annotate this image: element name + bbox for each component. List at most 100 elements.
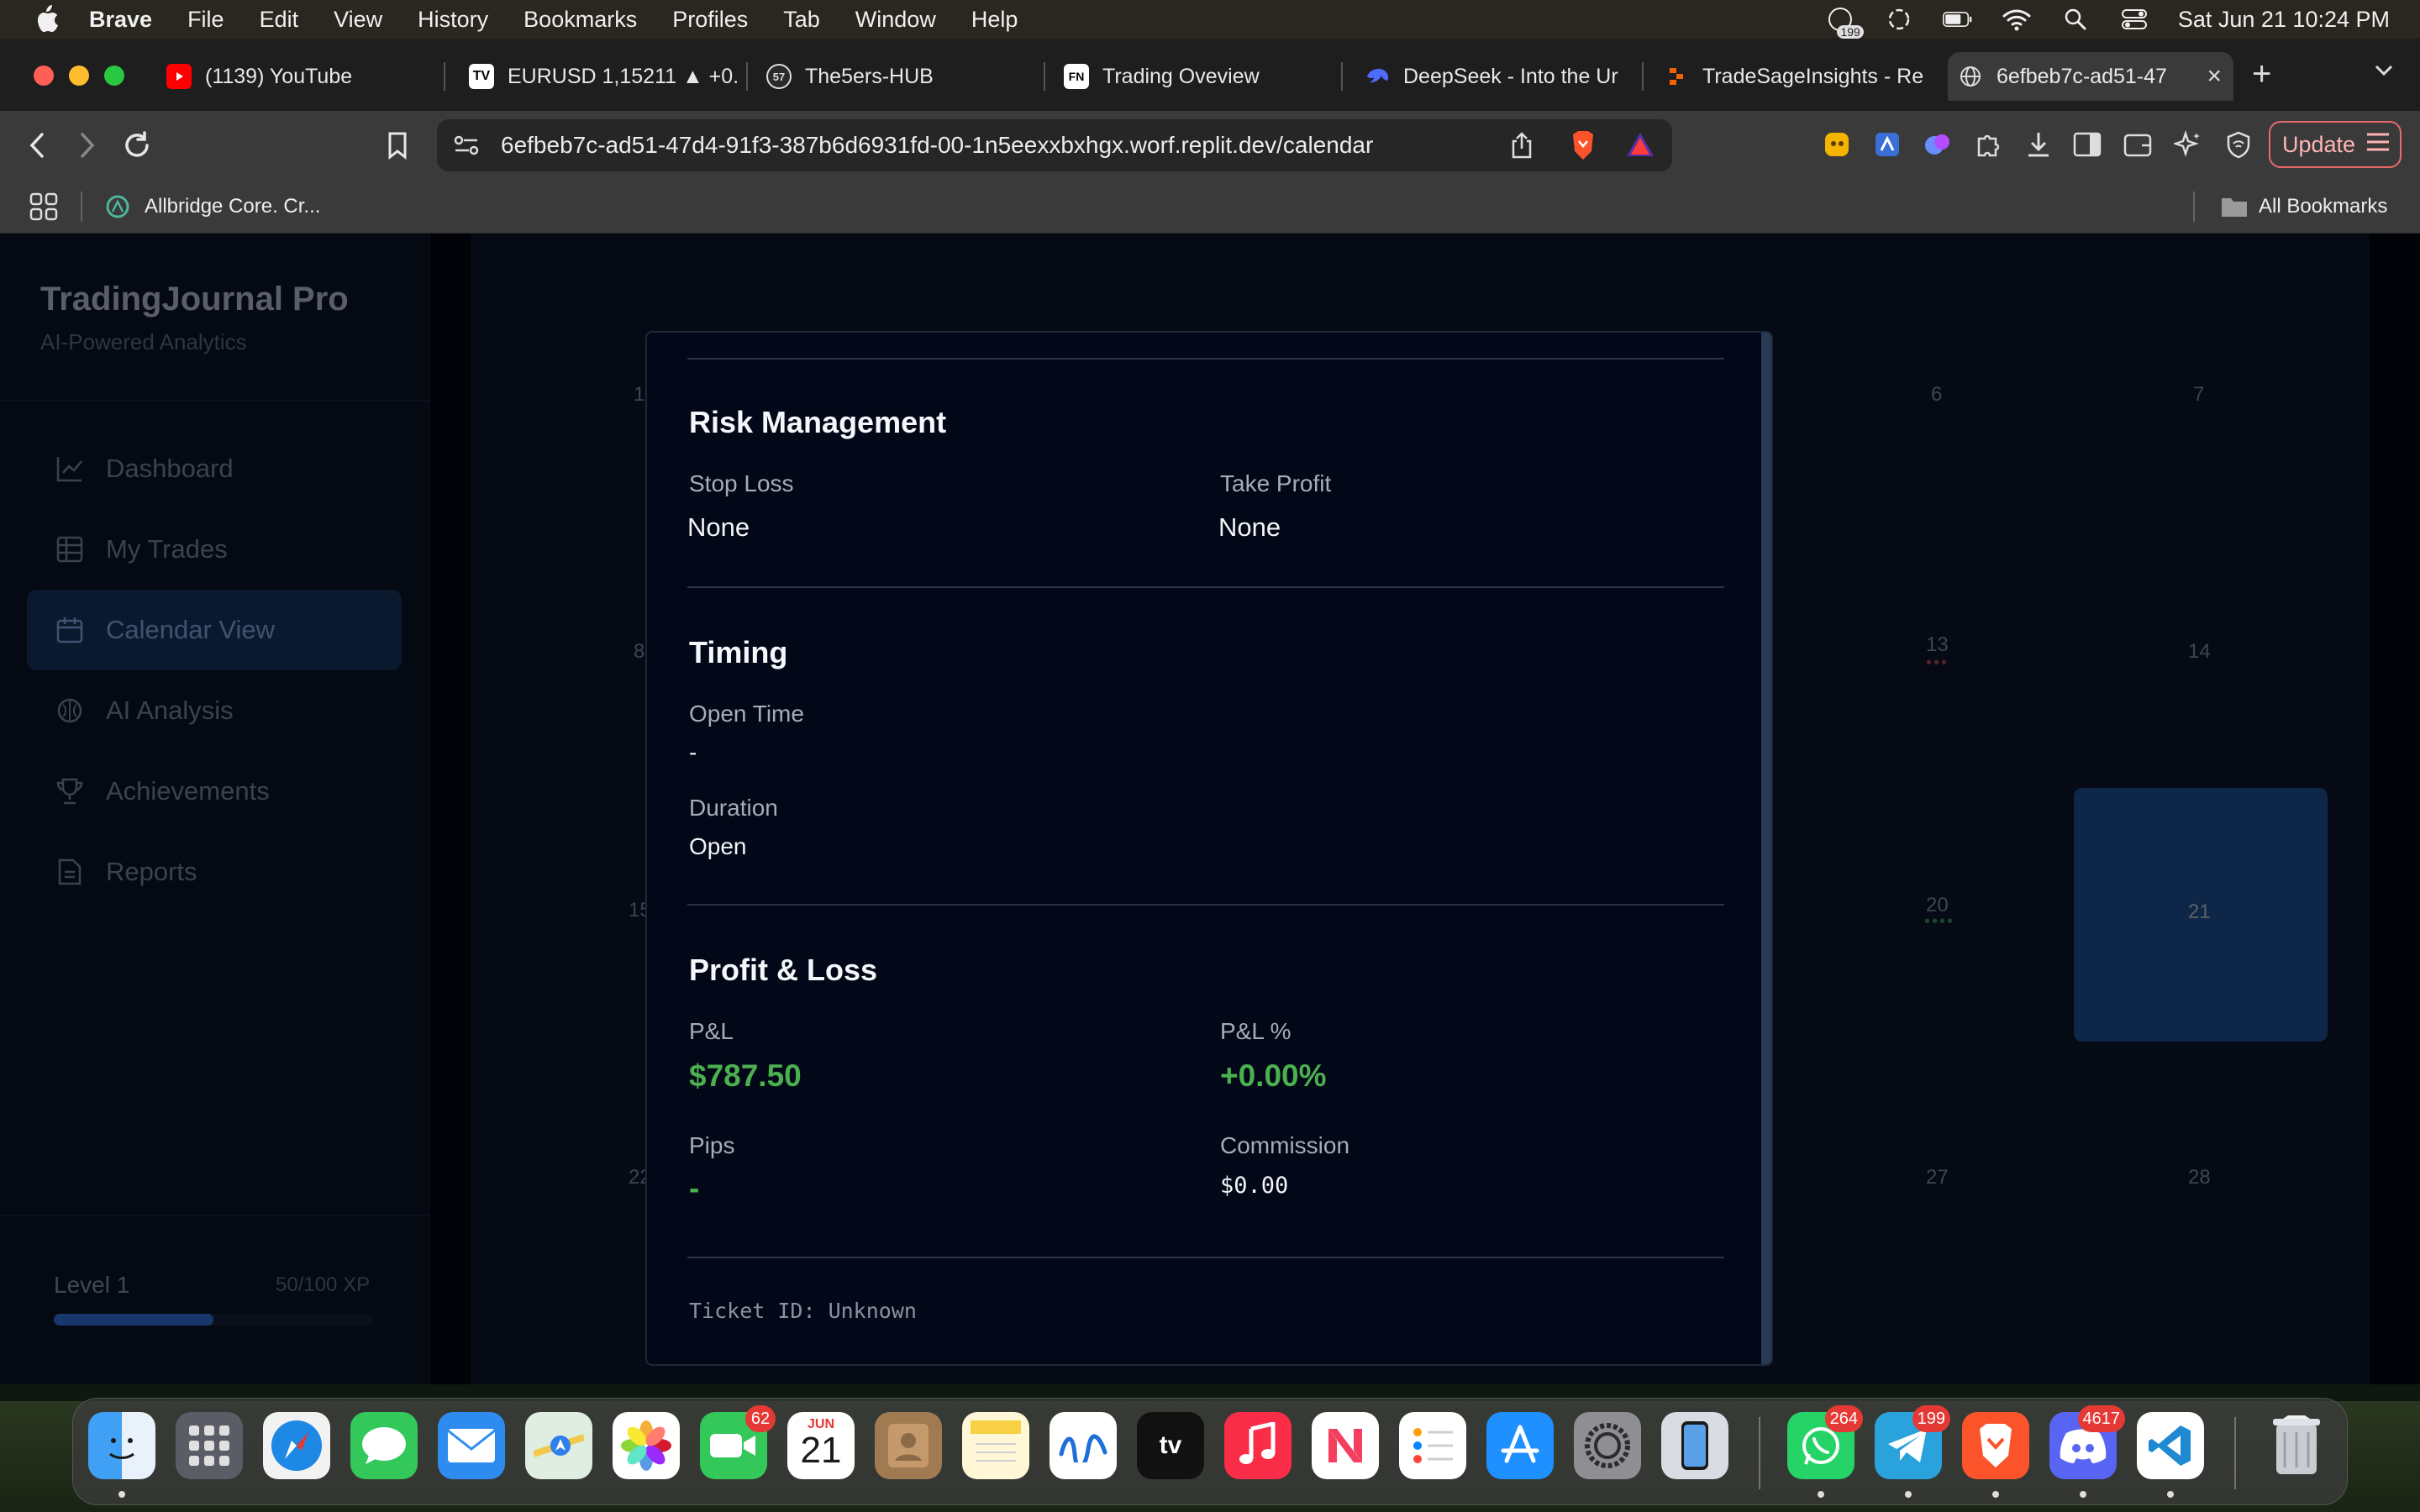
new-tab-button[interactable]: + bbox=[2252, 55, 2271, 93]
sidebar-toggle-icon[interactable] bbox=[2070, 128, 2104, 161]
calendar-day[interactable]: 28 bbox=[2188, 1166, 2211, 1189]
nav-reports[interactable]: Reports bbox=[27, 832, 402, 912]
facetime-icon[interactable]: 62 bbox=[700, 1405, 776, 1479]
music-icon[interactable] bbox=[1224, 1412, 1292, 1479]
launchpad-icon[interactable] bbox=[176, 1412, 243, 1479]
menu-window[interactable]: Window bbox=[855, 7, 936, 33]
site-settings-icon[interactable] bbox=[452, 133, 481, 162]
notes-icon[interactable] bbox=[962, 1412, 1029, 1479]
zoom-window-button[interactable] bbox=[104, 66, 124, 86]
contacts-icon[interactable] bbox=[875, 1412, 942, 1479]
update-button[interactable]: Update bbox=[2269, 121, 2402, 168]
news-icon[interactable] bbox=[1312, 1412, 1379, 1479]
nav-achievements[interactable]: Achievements bbox=[27, 751, 402, 832]
reload-icon[interactable] bbox=[116, 124, 158, 166]
whatsapp-icon[interactable]: 264 bbox=[1787, 1405, 1863, 1479]
calendar-day-today[interactable]: 21 bbox=[2188, 900, 2211, 924]
wifi-icon[interactable] bbox=[2002, 7, 2032, 32]
tab-youtube[interactable]: (1139) YouTube bbox=[156, 52, 445, 101]
apple-tv-icon[interactable]: tv bbox=[1137, 1412, 1204, 1479]
trash-icon[interactable] bbox=[2263, 1412, 2330, 1479]
back-arrow-icon[interactable] bbox=[17, 124, 59, 166]
system-settings-icon[interactable] bbox=[1574, 1412, 1641, 1479]
reminders-icon[interactable] bbox=[1399, 1412, 1466, 1479]
calendar-day[interactable]: 7 bbox=[2193, 383, 2204, 407]
minimize-window-button[interactable] bbox=[69, 66, 89, 86]
timing-title: Timing bbox=[689, 635, 788, 669]
tab-deepseek[interactable]: DeepSeek - Into the Ur bbox=[1355, 52, 1644, 101]
share-icon[interactable] bbox=[1509, 131, 1534, 164]
menu-tab[interactable]: Tab bbox=[783, 7, 820, 33]
photos-icon[interactable] bbox=[613, 1412, 680, 1479]
calendar-day[interactable]: 14 bbox=[2188, 640, 2211, 664]
nav-calendar-view[interactable]: Calendar View bbox=[27, 590, 402, 670]
commission-label: Commission bbox=[1220, 1132, 1350, 1158]
menu-file[interactable]: File bbox=[187, 7, 224, 33]
brave-rewards-icon[interactable] bbox=[1625, 131, 1655, 162]
mail-icon[interactable] bbox=[438, 1412, 505, 1479]
nav-ai-analysis[interactable]: AI Analysis bbox=[27, 670, 402, 751]
brave-browser-icon[interactable] bbox=[1962, 1412, 2029, 1479]
apps-grid-icon[interactable] bbox=[29, 192, 59, 228]
maps-icon[interactable] bbox=[525, 1412, 592, 1479]
iphone-mirroring-icon[interactable] bbox=[1661, 1412, 1728, 1479]
safari-icon[interactable] bbox=[263, 1412, 330, 1479]
modal-scrollbar[interactable] bbox=[1761, 333, 1771, 1364]
nav-dashboard[interactable]: Dashboard bbox=[27, 428, 402, 509]
menubar-clock[interactable]: Sat Jun 21 10:24 PM bbox=[2178, 7, 2390, 33]
tab-active-calendar[interactable]: 6efbeb7c-ad51-47 × bbox=[1948, 52, 2233, 101]
messages-icon[interactable] bbox=[350, 1412, 418, 1479]
tab-label: (1139) YouTube bbox=[205, 64, 353, 88]
menu-view[interactable]: View bbox=[334, 7, 382, 33]
notification-tray-icon[interactable]: 199 bbox=[1825, 7, 1864, 39]
calendar-day[interactable]: 27 bbox=[1926, 1166, 1949, 1189]
calendar-app-icon[interactable]: JUN 21 bbox=[787, 1412, 855, 1479]
menu-app-brave[interactable]: Brave bbox=[89, 7, 152, 33]
discord-icon[interactable]: 4617 bbox=[2049, 1405, 2125, 1479]
vpn-shield-icon[interactable] bbox=[2222, 128, 2255, 161]
bookmark-icon[interactable] bbox=[376, 124, 418, 166]
freeform-icon[interactable] bbox=[1050, 1412, 1117, 1479]
forward-arrow-icon[interactable] bbox=[66, 124, 108, 166]
vscode-icon[interactable] bbox=[2137, 1412, 2204, 1479]
calendar-day[interactable]: 8 bbox=[634, 640, 644, 664]
control-center-icon[interactable] bbox=[2119, 7, 2149, 32]
close-window-button[interactable] bbox=[34, 66, 54, 86]
finder-icon[interactable] bbox=[88, 1412, 155, 1479]
menu-history[interactable]: History bbox=[418, 7, 488, 33]
downloads-icon[interactable] bbox=[2022, 128, 2055, 161]
menu-profiles[interactable]: Profiles bbox=[672, 7, 748, 33]
menu-bookmarks[interactable]: Bookmarks bbox=[523, 7, 637, 33]
nav-label: Reports bbox=[106, 857, 197, 886]
nav-label: Calendar View bbox=[106, 615, 276, 644]
telegram-icon[interactable]: 199 bbox=[1875, 1405, 1950, 1479]
tab-trading-overview[interactable]: FN Trading Oveview bbox=[1054, 52, 1343, 101]
extension-blue-icon[interactable] bbox=[1870, 128, 1904, 161]
url-text[interactable]: 6efbeb7c-ad51-47d4-91f3-387b6d6931fd-00-… bbox=[501, 132, 1373, 159]
chatgpt-icon[interactable] bbox=[1884, 7, 1914, 32]
leo-ai-sparkle-icon[interactable] bbox=[2171, 128, 2205, 161]
address-bar[interactable]: 6efbeb7c-ad51-47d4-91f3-387b6d6931fd-00-… bbox=[437, 119, 1672, 171]
close-tab-icon[interactable]: × bbox=[2207, 62, 2222, 91]
menu-edit[interactable]: Edit bbox=[260, 7, 299, 33]
tab-tradesage[interactable]: TradeSageInsights - Re bbox=[1654, 52, 1939, 101]
extension-wallet-icon[interactable] bbox=[1921, 128, 1954, 161]
brave-shields-icon[interactable] bbox=[1568, 129, 1598, 165]
tab-eurusd[interactable]: TV EURUSD 1,15211 ▲ +0. bbox=[459, 52, 748, 101]
extensions-puzzle-icon[interactable] bbox=[1971, 128, 2005, 161]
bookmark-allbridge[interactable]: Allbridge Core. Cr... bbox=[145, 195, 320, 218]
all-bookmarks-link[interactable]: All Bookmarks bbox=[2259, 195, 2387, 218]
calendar-day[interactable]: 6 bbox=[1931, 383, 1942, 407]
tab-list-chevron-icon[interactable] bbox=[2371, 57, 2396, 91]
tab-the5ers[interactable]: 57 The5ers-HUB bbox=[756, 52, 1045, 101]
apple-menu-icon[interactable] bbox=[32, 4, 62, 34]
wallet-icon[interactable] bbox=[2121, 128, 2154, 161]
menu-help[interactable]: Help bbox=[971, 7, 1018, 33]
spotlight-search-icon[interactable] bbox=[2060, 7, 2091, 32]
nav-my-trades[interactable]: My Trades bbox=[27, 509, 402, 590]
telegram-badge: 199 bbox=[1912, 1405, 1950, 1432]
battery-icon[interactable] bbox=[1942, 7, 1973, 32]
app-store-icon[interactable] bbox=[1486, 1412, 1554, 1479]
extension-hand-icon[interactable] bbox=[1820, 128, 1854, 161]
calendar-day[interactable]: 1 bbox=[634, 383, 644, 407]
